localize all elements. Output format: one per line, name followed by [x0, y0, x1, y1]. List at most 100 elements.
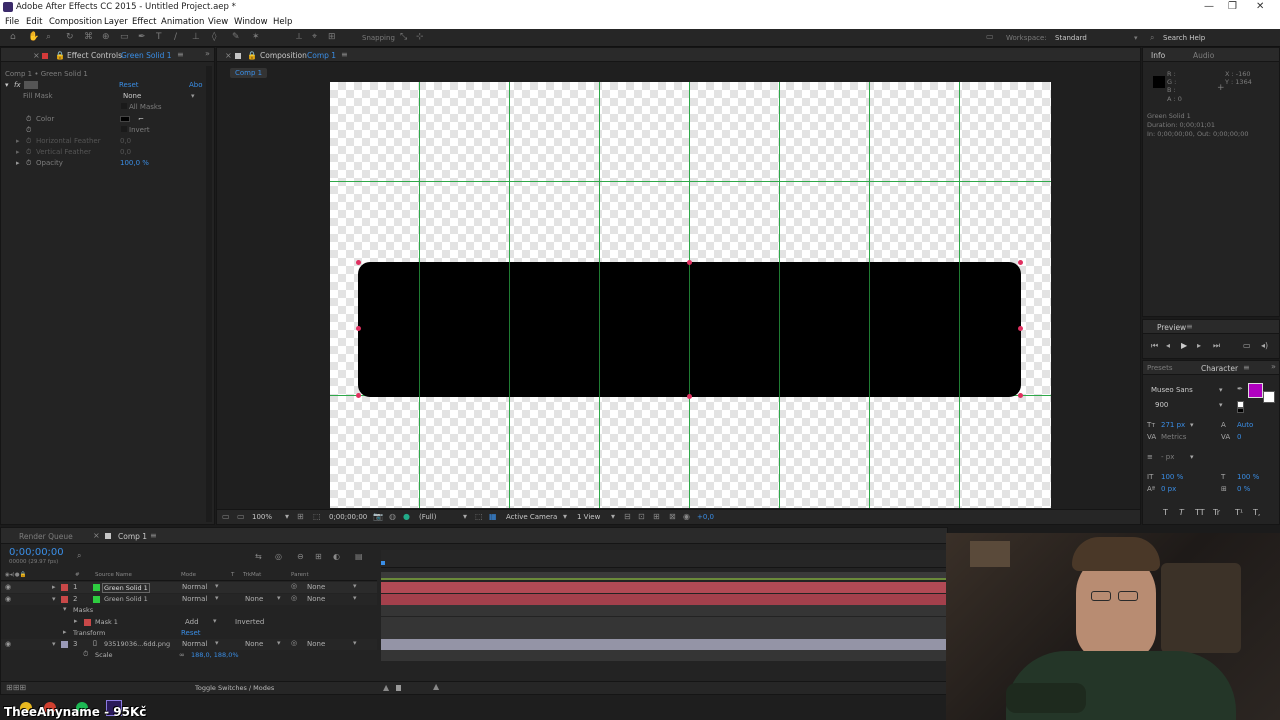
graph-editor-icon[interactable]: ▤	[355, 552, 363, 561]
stopwatch-icon[interactable]: ⏱	[26, 126, 31, 135]
black-rounded-rectangle-layer[interactable]	[358, 262, 1021, 397]
close-tab-icon[interactable]: ×	[225, 51, 232, 60]
chevron-down-icon[interactable]: ▾	[463, 512, 467, 521]
minimize-icon[interactable]: —	[1204, 1, 1214, 12]
vertical-feather-value[interactable]: 0,0	[120, 148, 131, 156]
mask-vertex[interactable]	[1018, 326, 1023, 331]
composition-canvas[interactable]	[330, 82, 1051, 508]
chevron-down-icon[interactable]: ▾	[1190, 421, 1194, 429]
menu-effect[interactable]: Effect	[132, 17, 156, 27]
stopwatch-icon[interactable]: ⏱	[26, 159, 31, 168]
mask-vertex[interactable]	[1018, 260, 1023, 265]
snap-options-icon[interactable]: ⊹	[416, 32, 424, 42]
audio-tab[interactable]: Audio	[1193, 51, 1214, 60]
play-icon[interactable]: ▶	[1181, 341, 1187, 350]
black-swatch[interactable]	[1237, 408, 1244, 413]
flowchart-icon[interactable]: ⊠	[669, 512, 676, 521]
safe-margins-icon[interactable]: ⊞	[297, 512, 304, 521]
camera-tool-icon[interactable]: ⌘	[84, 32, 93, 42]
stopwatch-icon[interactable]: ⏱	[26, 115, 31, 124]
layer-switches-icon[interactable]: ⊞⊞⊞	[6, 683, 26, 692]
horizontal-feather-value[interactable]: 0,0	[120, 137, 131, 145]
draft-3d-icon[interactable]: ◎	[275, 552, 282, 561]
layer-parent-select[interactable]: None	[307, 640, 325, 648]
fill-effect-name[interactable]	[24, 81, 38, 89]
menu-animation[interactable]: Animation	[161, 17, 204, 27]
toggle-pixel-aspect-icon[interactable]: ⊟	[624, 512, 631, 521]
loop-icon[interactable]: ▭	[1243, 341, 1251, 350]
tracking-value[interactable]: 0	[1237, 433, 1241, 441]
exposure-value[interactable]: +0,0	[697, 513, 714, 521]
close-icon[interactable]: ✕	[1256, 1, 1264, 12]
constrain-proportions-icon[interactable]: ∞	[179, 651, 185, 659]
home-icon[interactable]: ⌂	[10, 32, 16, 42]
mask-color-swatch[interactable]	[84, 619, 91, 626]
baseline-shift-value[interactable]: 0 px	[1161, 485, 1176, 493]
leading-value[interactable]: Auto	[1237, 421, 1253, 429]
layer-label-color[interactable]	[61, 596, 68, 603]
all-caps-button[interactable]: TT	[1195, 508, 1205, 517]
layer-name[interactable]: 93519036...6dd.png	[104, 640, 170, 648]
tsume-value[interactable]: 0 %	[1237, 485, 1250, 493]
mask-vertex[interactable]	[687, 260, 692, 265]
menu-view[interactable]: View	[208, 17, 228, 27]
eye-icon[interactable]: ◉	[5, 583, 11, 591]
kerning-value[interactable]: Metrics	[1161, 433, 1186, 441]
reset-exposure-icon[interactable]: ◉	[683, 512, 690, 521]
layer-row-1[interactable]: ◉ ▸ 1 Green Solid 1 Normal ▾ ◎ None ▾	[1, 582, 377, 593]
eraser-tool-icon[interactable]: ◊	[212, 32, 216, 42]
eyedropper-icon[interactable]: ⌐	[138, 115, 144, 123]
stroke-width-value[interactable]: - px	[1161, 453, 1174, 461]
snap-icon[interactable]: ⤡	[400, 32, 407, 42]
all-masks-checkbox[interactable]: All Masks	[121, 103, 162, 111]
superscript-button[interactable]: T¹	[1235, 508, 1243, 517]
column-source-name[interactable]: Source Name	[95, 572, 132, 578]
panel-menu-icon[interactable]: ≡	[150, 531, 157, 540]
pen-tool-icon[interactable]: ✒	[138, 32, 146, 42]
effect-about-link[interactable]: Abo	[189, 81, 203, 89]
panel-menu-icon[interactable]: ≡	[177, 50, 184, 59]
render-queue-tab[interactable]: Render Queue	[19, 532, 73, 541]
mask-vertex[interactable]	[356, 260, 361, 265]
mask-1-row[interactable]: ▸ Mask 1 Add ▾ Inverted	[1, 617, 377, 628]
eyedropper-icon[interactable]: ✒	[1237, 385, 1243, 393]
layer-bar-3[interactable]	[381, 639, 947, 650]
chevron-down-icon[interactable]: ▾	[563, 512, 567, 521]
view-layout-select[interactable]: 1 View	[577, 513, 600, 521]
layer-parent-select[interactable]: None	[307, 595, 325, 603]
workspace-select[interactable]: Standard	[1055, 34, 1087, 42]
timeline-icon[interactable]: ⊞	[653, 512, 660, 521]
brush-tool-icon[interactable]: ∕	[174, 32, 177, 42]
preview-tab[interactable]: Preview	[1157, 323, 1186, 332]
stroke-color-swatch[interactable]	[1263, 391, 1275, 403]
chevron-down-icon[interactable]: ▾	[353, 582, 357, 590]
frame-blending-icon[interactable]: ⊞	[315, 552, 322, 561]
snapshot-icon[interactable]: 📷	[373, 512, 383, 521]
composition-tab[interactable]: Composition	[260, 51, 307, 60]
small-caps-button[interactable]: Tr	[1213, 508, 1220, 517]
mask-mode-select[interactable]: Add	[185, 618, 199, 626]
first-frame-icon[interactable]: ⏮	[1151, 341, 1158, 351]
stopwatch-icon[interactable]: ⏱	[83, 650, 88, 659]
zoom-in-icon[interactable]: ▲	[433, 682, 439, 691]
expand-panels-icon[interactable]: »	[1271, 362, 1276, 371]
pickwhip-icon[interactable]: ◎	[291, 582, 297, 590]
panel-menu-icon[interactable]: ≡	[1243, 363, 1250, 372]
comp-timecode[interactable]: 0;00;00;00	[329, 513, 367, 521]
audio-icon[interactable]: ◂)	[1261, 341, 1268, 350]
layer-name[interactable]: Green Solid 1	[104, 595, 148, 603]
world-axis-icon[interactable]: ⌖	[312, 32, 317, 42]
white-swatch[interactable]	[1237, 401, 1244, 408]
layer-label-color[interactable]	[61, 584, 68, 591]
effect-reset-link[interactable]: Reset	[119, 81, 139, 89]
font-size-value[interactable]: 271 px	[1161, 421, 1185, 429]
expand-triangle-icon[interactable]: ▾	[5, 81, 9, 89]
subscript-button[interactable]: T,	[1253, 508, 1260, 517]
layer-parent-select[interactable]: None	[307, 583, 325, 591]
faux-bold-button[interactable]: T	[1163, 508, 1168, 517]
chevron-down-icon[interactable]: ▾	[353, 639, 357, 647]
effect-controls-tab[interactable]: Effect Controls	[67, 51, 122, 60]
transform-reset-link[interactable]: Reset	[181, 629, 201, 637]
chevron-down-icon[interactable]: ▾	[213, 617, 217, 625]
scrollbar[interactable]	[206, 66, 212, 522]
